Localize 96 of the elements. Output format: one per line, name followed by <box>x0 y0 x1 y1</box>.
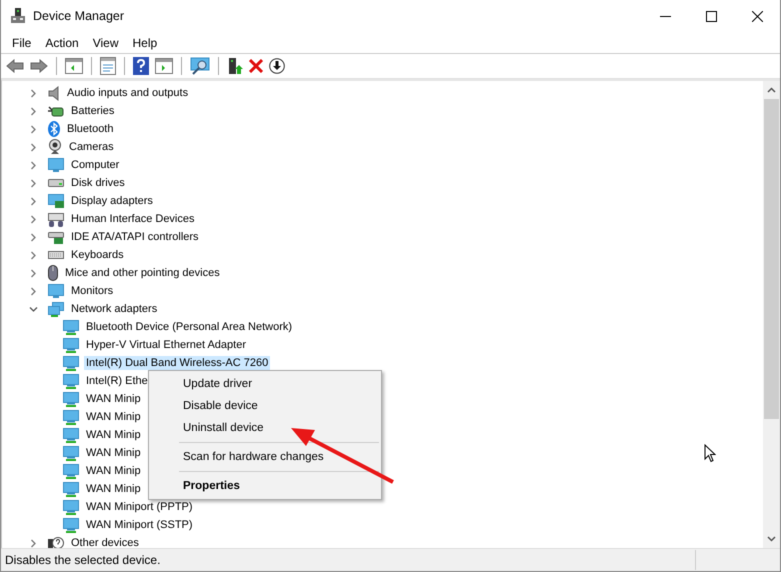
scroll-up-icon[interactable] <box>767 87 776 93</box>
network-adapter-icon <box>63 518 79 532</box>
menu-item[interactable]: Uninstall device <box>149 417 381 439</box>
tree-label: Bluetooth <box>66 122 114 136</box>
tree-item[interactable]: WAN Miniport (PPTP) <box>84 500 195 514</box>
menu-item[interactable]: Update driver <box>149 373 381 395</box>
menu-item[interactable]: View <box>86 36 126 50</box>
network-adapter-icon <box>63 464 79 478</box>
monitor-icon <box>48 158 64 172</box>
chevron-down-icon[interactable] <box>29 304 38 314</box>
maximize-icon <box>706 10 716 22</box>
network-adapter-icon <box>63 338 79 352</box>
tree-item[interactable]: WAN Minip <box>84 392 143 406</box>
display-card-icon <box>48 194 64 208</box>
window-title: Device Manager <box>33 9 124 23</box>
network-adapter-icon <box>63 356 79 370</box>
tree-item[interactable]: Other devices <box>2 534 763 548</box>
action-pane-icon[interactable] <box>155 58 173 74</box>
network-adapter-icon <box>63 446 79 460</box>
controller-card-icon <box>48 230 64 244</box>
monitor-search-icon[interactable] <box>190 57 210 75</box>
tree-item[interactable]: IDE ATA/ATAPI controllers <box>2 228 763 246</box>
tree-item[interactable]: WAN Minip <box>84 482 143 496</box>
tree-label: Cameras <box>68 140 115 154</box>
mouse-pointer-icon <box>704 444 716 463</box>
menu-item[interactable]: File <box>5 36 38 50</box>
tree-item[interactable]: WAN Minip <box>84 410 143 424</box>
properties-icon[interactable] <box>100 57 116 75</box>
update-driver-icon[interactable] <box>227 57 243 75</box>
tree-item[interactable]: Cameras <box>2 138 763 156</box>
network-adapter-icon <box>63 428 79 442</box>
network-icon <box>48 302 64 316</box>
tree-label: Keyboards <box>70 248 125 262</box>
tree-item[interactable]: Disk drives <box>2 174 763 192</box>
back-arrow-icon[interactable] <box>6 59 24 73</box>
network-adapter-icon <box>63 374 79 388</box>
scrollbar-thumb[interactable] <box>764 99 779 419</box>
close-icon <box>752 10 762 22</box>
network-adapter-icon <box>63 500 79 514</box>
tree-item[interactable]: WAN Minip <box>84 428 143 442</box>
menu-item[interactable]: Action <box>38 36 86 50</box>
tree-item[interactable]: Hyper-V Virtual Ethernet Adapter <box>84 338 248 352</box>
chevron-right-icon[interactable] <box>29 538 38 548</box>
forward-arrow-icon[interactable] <box>30 59 48 73</box>
tree-label: Display adapters <box>70 194 154 208</box>
tree-item[interactable]: Display adapters <box>2 192 763 210</box>
tree-item[interactable]: Mice and other pointing devices <box>2 264 763 282</box>
tree-label: Monitors <box>70 284 114 298</box>
tree-item[interactable]: Batteries <box>2 102 763 120</box>
tree-item[interactable]: Computer <box>2 156 763 174</box>
tree-label: Network adapters <box>70 302 158 316</box>
webcam-icon <box>48 139 62 155</box>
help-icon[interactable] <box>133 57 149 75</box>
menu-item[interactable]: Help <box>126 36 164 50</box>
tree-item[interactable]: Monitors <box>2 282 763 300</box>
cross-icon[interactable] <box>249 59 263 73</box>
tree-label: Disk drives <box>70 176 126 190</box>
device-manager-icon <box>11 8 25 24</box>
tree-label: Other devices <box>70 536 140 548</box>
status-text: Disables the selected device. <box>4 553 162 567</box>
tree-label: Batteries <box>70 104 116 118</box>
tree-label: Mice and other pointing devices <box>64 266 221 280</box>
tree-item[interactable]: Network adapters <box>2 300 763 318</box>
tree-label: Audio inputs and outputs <box>66 86 190 100</box>
tree-item[interactable]: WAN Minip <box>84 464 143 478</box>
scroll-down-icon[interactable] <box>767 536 776 542</box>
monitor-icon <box>48 284 64 298</box>
battery-plug-icon <box>48 104 64 118</box>
network-adapter-icon <box>63 482 79 496</box>
tree-item[interactable]: Keyboards <box>2 246 763 264</box>
tree-item[interactable]: WAN Minip <box>84 446 143 460</box>
tree-item[interactable]: Intel(R) Dual Band Wireless-AC 7260 <box>84 356 270 370</box>
bluetooth-icon <box>48 121 60 137</box>
network-adapter-icon <box>63 320 79 334</box>
tree-label: IDE ATA/ATAPI controllers <box>70 230 200 244</box>
menu-item[interactable]: Properties <box>149 475 381 497</box>
tree-item[interactable]: Audio inputs and outputs <box>2 84 763 102</box>
tree-item[interactable]: Human Interface Devices <box>2 210 763 228</box>
tree-label: Computer <box>70 158 120 172</box>
console-tree-icon[interactable] <box>65 58 83 74</box>
tree-item[interactable]: WAN Miniport (SSTP) <box>84 518 195 532</box>
network-adapter-icon <box>63 392 79 406</box>
keyboard-icon <box>48 251 64 259</box>
speaker-icon <box>48 86 60 100</box>
menu-item[interactable]: Scan for hardware changes <box>149 446 381 468</box>
disk-drive-icon <box>48 179 64 187</box>
menu-item[interactable]: Disable device <box>149 395 381 417</box>
mouse-icon <box>48 265 58 281</box>
unknown-device-icon <box>48 536 64 548</box>
tree-label: Human Interface Devices <box>70 212 196 226</box>
keyboard-mouse-icon <box>48 212 64 226</box>
scrollbar[interactable] <box>763 81 780 548</box>
tree-item[interactable]: Bluetooth <box>2 120 763 138</box>
network-adapter-icon <box>63 410 79 424</box>
tree-item[interactable]: Intel(R) Ethe <box>84 374 150 388</box>
tree-item[interactable]: Bluetooth Device (Personal Area Network) <box>84 320 294 334</box>
